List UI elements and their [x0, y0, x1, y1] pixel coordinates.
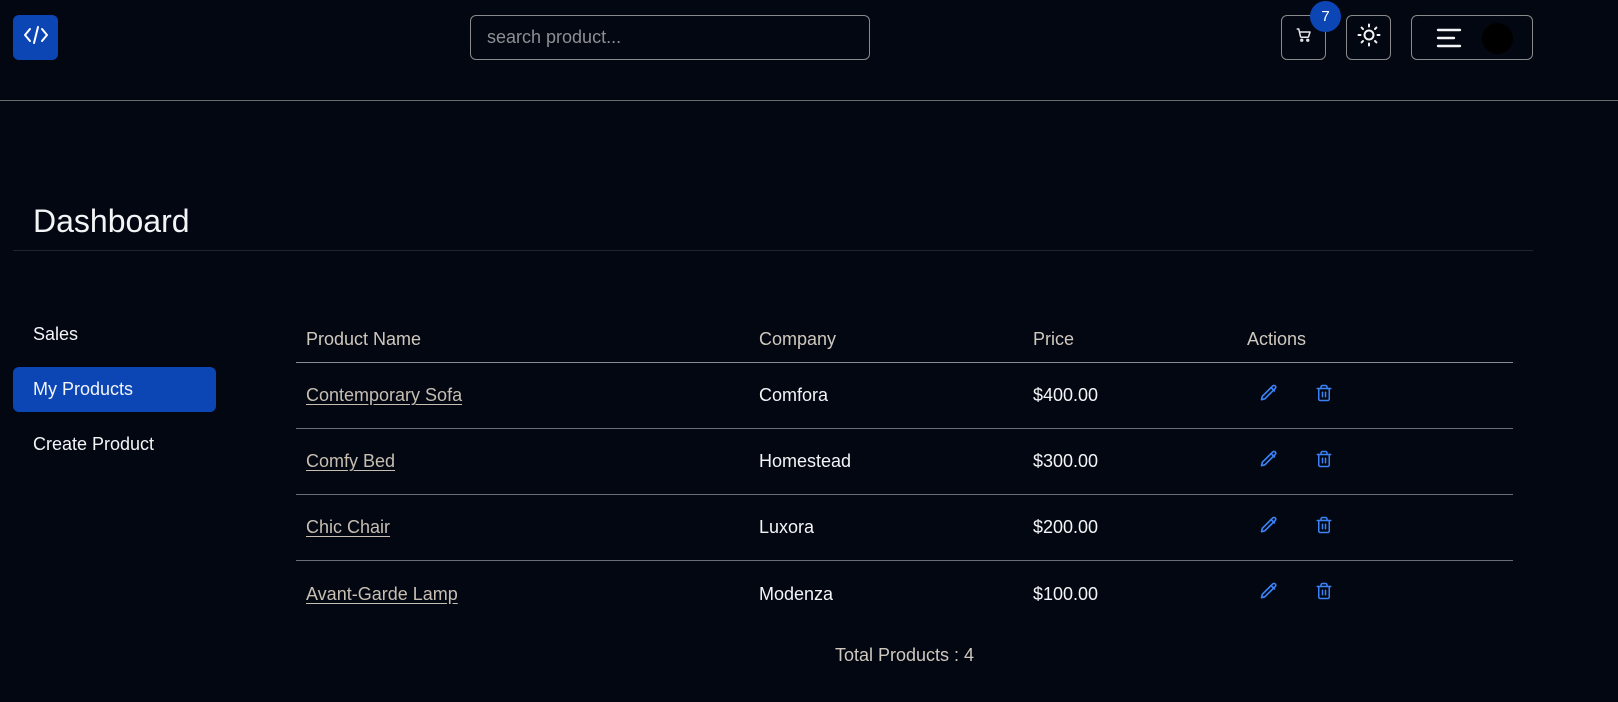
sidebar-item-create-product[interactable]: Create Product	[13, 422, 216, 467]
product-price: $200.00	[1033, 517, 1099, 537]
product-company: Homestead	[759, 451, 852, 471]
trash-icon	[1315, 383, 1333, 408]
edit-button[interactable]	[1257, 515, 1281, 539]
column-header-product-name: Product Name	[306, 328, 422, 349]
edit-button[interactable]	[1257, 581, 1281, 605]
user-menu-button[interactable]	[1411, 15, 1533, 60]
hamburger-icon	[1436, 28, 1462, 48]
theme-toggle-button[interactable]	[1346, 15, 1391, 60]
product-company: Comfora	[759, 385, 829, 405]
cart-count-badge: 7	[1310, 1, 1341, 32]
edit-button[interactable]	[1257, 383, 1281, 407]
page-title: Dashboard	[33, 203, 190, 239]
table-row: Contemporary Sofa Comfora $400.00	[296, 363, 1513, 429]
delete-button[interactable]	[1312, 581, 1336, 605]
products-table: Product Name Company Price Actions Conte…	[296, 316, 1513, 627]
product-price: $400.00	[1033, 385, 1099, 405]
trash-icon	[1315, 449, 1333, 474]
sidebar-item-label: Create Product	[33, 434, 155, 454]
pencil-icon	[1259, 383, 1279, 408]
cart-icon	[1295, 26, 1313, 49]
table-row: Avant-Garde Lamp Modenza $100.00	[296, 561, 1513, 627]
edit-button[interactable]	[1257, 449, 1281, 473]
sidebar-item-label: My Products	[33, 379, 134, 399]
sidebar-item-my-products[interactable]: My Products	[13, 367, 216, 412]
product-name-link[interactable]: Avant-Garde Lamp	[306, 584, 458, 605]
product-price: $300.00	[1033, 451, 1099, 471]
title-divider	[13, 250, 1533, 251]
table-row: Chic Chair Luxora $200.00	[296, 495, 1513, 561]
avatar	[1482, 23, 1513, 54]
column-header-company: Company	[759, 328, 837, 349]
trash-icon	[1315, 515, 1333, 540]
delete-button[interactable]	[1312, 515, 1336, 539]
column-header-price: Price	[1033, 328, 1075, 349]
product-company: Modenza	[759, 583, 834, 604]
table-header-row: Product Name Company Price Actions	[296, 316, 1513, 363]
product-name-link[interactable]: Contemporary Sofa	[306, 385, 462, 406]
code-icon	[23, 24, 49, 51]
pencil-icon	[1259, 581, 1279, 606]
search-input[interactable]	[470, 15, 870, 60]
delete-button[interactable]	[1312, 383, 1336, 407]
total-products-label: Total Products : 4	[834, 645, 975, 665]
sun-icon	[1357, 23, 1381, 52]
product-price: $100.00	[1033, 583, 1099, 604]
pencil-icon	[1259, 449, 1279, 474]
column-header-actions: Actions	[1247, 328, 1307, 349]
logo-button[interactable]	[13, 15, 58, 60]
delete-button[interactable]	[1312, 449, 1336, 473]
product-company: Luxora	[759, 517, 815, 537]
pencil-icon	[1259, 515, 1279, 540]
product-name-link[interactable]: Chic Chair	[306, 517, 390, 538]
table-row: Comfy Bed Homestead $300.00	[296, 429, 1513, 495]
sidebar-item-label: Sales	[33, 324, 79, 344]
product-name-link[interactable]: Comfy Bed	[306, 451, 395, 472]
trash-icon	[1315, 581, 1333, 606]
top-navbar: 7	[0, 0, 1618, 101]
sidebar-item-sales[interactable]: Sales	[13, 312, 216, 357]
